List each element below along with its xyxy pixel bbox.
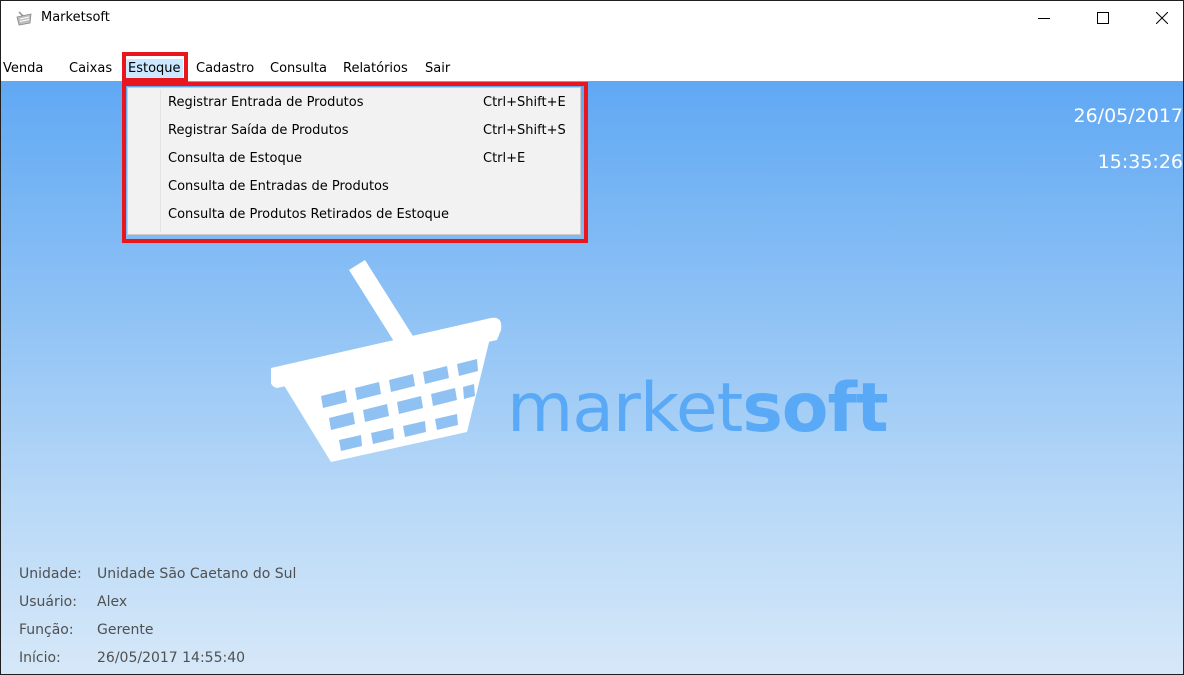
maximize-icon (1097, 12, 1109, 24)
menu-bar: Venda Caixas Estoque Cadastro Consulta R… (1, 57, 1183, 81)
menu-item-shortcut: Ctrl+Shift+E (483, 95, 566, 110)
unidade-value: Unidade São Caetano do Sul (97, 566, 297, 582)
main-window: Marketsoft Venda Caixas Estoque Cadastro… (0, 0, 1184, 675)
menu-cadastro[interactable]: Cadastro (194, 59, 256, 79)
logo-text-bold: soft (742, 369, 888, 448)
close-icon (1156, 12, 1168, 24)
usuario-label: Usuário: (19, 594, 77, 610)
logo-text-regular: market (507, 369, 743, 448)
menu-item-shortcut: Ctrl+Shift+S (483, 123, 566, 138)
menu-caixas[interactable]: Caixas (67, 59, 114, 79)
marketsoft-logo-text: marketsoft (507, 375, 889, 443)
funcao-label: Função: (19, 622, 74, 638)
menu-item-consulta-estoque[interactable]: Consulta de Estoque Ctrl+E (128, 145, 580, 173)
current-time: 15:35:26 (1097, 151, 1183, 173)
minimize-icon (1038, 18, 1050, 19)
estoque-dropdown-menu: Registrar Entrada de Produtos Ctrl+Shift… (127, 87, 581, 235)
menu-item-registrar-entrada[interactable]: Registrar Entrada de Produtos Ctrl+Shift… (128, 89, 580, 117)
current-date: 26/05/2017 (1073, 105, 1183, 127)
session-inicio: Início: 26/05/2017 14:55:40 (19, 650, 245, 666)
menu-item-label: Consulta de Entradas de Produtos (168, 179, 389, 194)
menu-consulta[interactable]: Consulta (268, 59, 329, 79)
session-usuario: Usuário: Alex (19, 594, 127, 610)
menu-item-shortcut: Ctrl+E (483, 151, 526, 166)
maximize-button[interactable] (1080, 1, 1126, 35)
menu-sair[interactable]: Sair (423, 59, 452, 79)
window-title: Marketsoft (41, 10, 110, 25)
menu-venda[interactable]: Venda (1, 59, 45, 79)
session-unidade: Unidade: Unidade São Caetano do Sul (19, 566, 296, 582)
menu-relatorios[interactable]: Relatórios (341, 59, 410, 79)
menu-item-consulta-retirados[interactable]: Consulta de Produtos Retirados de Estoqu… (128, 201, 580, 229)
title-bar[interactable]: Marketsoft (1, 1, 1183, 35)
unidade-label: Unidade: (19, 566, 82, 582)
usuario-value: Alex (97, 594, 128, 610)
menu-item-label: Registrar Saída de Produtos (168, 123, 349, 138)
menu-item-consulta-entradas[interactable]: Consulta de Entradas de Produtos (128, 173, 580, 201)
menu-item-label: Consulta de Estoque (168, 151, 302, 166)
inicio-label: Início: (19, 650, 61, 666)
basket-app-icon (16, 11, 32, 26)
inicio-value: 26/05/2017 14:55:40 (97, 650, 246, 666)
funcao-value: Gerente (97, 622, 154, 638)
shopping-basket-icon (271, 260, 502, 462)
menu-item-registrar-saida[interactable]: Registrar Saída de Produtos Ctrl+Shift+S (128, 117, 580, 145)
close-button[interactable] (1139, 1, 1183, 35)
menu-estoque[interactable]: Estoque (126, 59, 183, 79)
menu-item-label: Consulta de Produtos Retirados de Estoqu… (168, 207, 450, 222)
session-funcao: Função: Gerente (19, 622, 154, 638)
minimize-button[interactable] (1021, 1, 1067, 35)
menu-item-label: Registrar Entrada de Produtos (168, 95, 364, 110)
